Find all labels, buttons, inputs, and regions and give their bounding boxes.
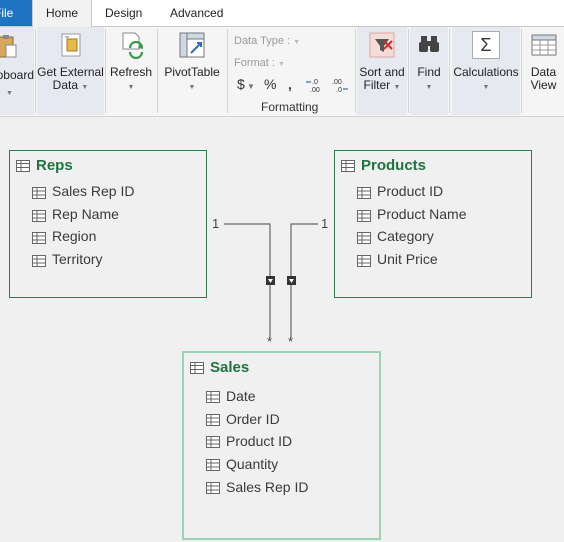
table-title: Sales bbox=[210, 359, 250, 376]
column-name: Quantity bbox=[226, 456, 279, 472]
column-name: Product ID bbox=[226, 433, 293, 449]
column-name: Product Name bbox=[377, 206, 467, 222]
column-icon bbox=[32, 232, 46, 244]
column-icon bbox=[206, 482, 220, 494]
table-icon bbox=[341, 160, 355, 172]
column-icon bbox=[206, 436, 220, 448]
column-name: Date bbox=[226, 388, 256, 404]
table-card-sales[interactable]: Sales Date Order ID Product ID Quantity … bbox=[182, 351, 381, 540]
column-icon bbox=[32, 210, 46, 222]
column-icon bbox=[32, 255, 46, 267]
column-icon bbox=[32, 187, 46, 199]
column-name: Territory bbox=[52, 251, 103, 267]
column-icon bbox=[206, 459, 220, 471]
table-title: Reps bbox=[36, 157, 73, 174]
column-name: Region bbox=[52, 228, 97, 244]
column-icon bbox=[357, 187, 371, 199]
column-name: Rep Name bbox=[52, 206, 119, 222]
table-icon bbox=[16, 160, 30, 172]
relationship-cardinality-many: * bbox=[267, 334, 273, 349]
column-name: Sales Rep ID bbox=[226, 479, 309, 495]
table-card-reps[interactable]: Reps Sales Rep ID Rep Name Region Territ… bbox=[9, 150, 207, 298]
table-title: Products bbox=[361, 157, 427, 174]
table-card-products[interactable]: Products Product ID Product Name Categor… bbox=[334, 150, 532, 298]
column-icon bbox=[357, 210, 371, 222]
relationship-cardinality-one: 1 bbox=[321, 216, 329, 231]
column-name: Category bbox=[377, 228, 434, 244]
column-icon bbox=[357, 255, 371, 267]
relationship-cardinality-many: * bbox=[288, 334, 294, 349]
table-icon bbox=[190, 362, 204, 374]
column-name: Product ID bbox=[377, 183, 444, 199]
column-icon bbox=[206, 391, 220, 403]
relationship-cardinality-one: 1 bbox=[212, 216, 220, 231]
column-icon bbox=[206, 414, 220, 426]
tab-home[interactable]: Home bbox=[32, 0, 92, 27]
column-icon bbox=[357, 232, 371, 244]
column-name: Sales Rep ID bbox=[52, 183, 135, 199]
reps-sales-relationship[interactable] bbox=[224, 223, 271, 338]
column-name: Order ID bbox=[226, 411, 280, 427]
column-name: Unit Price bbox=[377, 251, 438, 267]
